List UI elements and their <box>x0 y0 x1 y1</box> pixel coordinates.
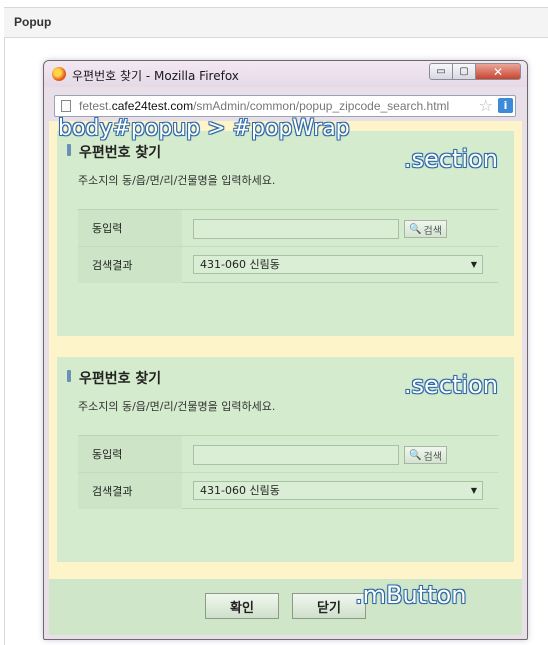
window-controls: ▭ ▢ ✕ <box>429 63 521 81</box>
window-title: 우편번호 찾기 - Mozilla Firefox <box>72 69 239 83</box>
info-icon[interactable]: i <box>498 98 513 113</box>
search-result-value: 431-060 신림동 <box>200 484 280 497</box>
mbutton-annotation: .mButton <box>355 581 467 609</box>
dong-input[interactable] <box>193 445 399 465</box>
url-path: /smAdmin/common/popup_zipcode_search.htm… <box>193 99 450 113</box>
section-annotation: .section <box>403 145 498 173</box>
search-form-table: 동입력 🔍 검색 검색결과 431-060 신림동 ▼ <box>78 435 498 509</box>
search-result-value: 431-060 신림동 <box>200 258 280 271</box>
search-form-table: 동입력 🔍 검색 검색결과 431-060 신림동 ▼ <box>78 209 498 283</box>
maximize-button[interactable]: ▢ <box>452 63 476 80</box>
search-icon: 🔍 <box>409 449 422 461</box>
form-row-result: 검색결과 431-060 신림동 ▼ <box>78 247 498 283</box>
search-button-label: 검색 <box>423 451 442 463</box>
url-bar[interactable]: fetest.cafe24test.com/smAdmin/common/pop… <box>54 95 516 117</box>
page-icon <box>61 100 71 112</box>
form-row-input: 동입력 🔍 검색 <box>78 436 498 473</box>
confirm-button[interactable]: 확인 <box>205 593 279 619</box>
search-button-label: 검색 <box>423 225 442 237</box>
page-title: Popup <box>14 15 52 29</box>
dong-input-label: 동입력 <box>78 436 182 472</box>
search-result-select[interactable]: 431-060 신림동 ▼ <box>193 255 483 274</box>
search-result-select[interactable]: 431-060 신림동 ▼ <box>193 481 483 500</box>
minimize-button[interactable]: ▭ <box>429 63 453 80</box>
search-result-label: 검색결과 <box>78 473 182 509</box>
dong-input-label: 동입력 <box>78 210 182 246</box>
popwrap-annotation: body#popup > #popWrap <box>58 116 350 141</box>
close-window-button[interactable]: ✕ <box>475 63 521 80</box>
chevron-down-icon: ▼ <box>470 260 477 269</box>
chevron-down-icon: ▼ <box>470 486 477 495</box>
section-description: 주소지의 동/읍/면/리/건물명을 입력하세요. <box>78 174 276 187</box>
pop-wrap: 우편번호 찾기 주소지의 동/읍/면/리/건물명을 입력하세요. 동입력 🔍 검… <box>49 121 522 635</box>
button-bar: 확인 닫기 .mButton <box>49 579 522 635</box>
firefox-icon <box>52 67 66 81</box>
search-icon: 🔍 <box>409 223 422 235</box>
dong-input[interactable] <box>193 219 399 239</box>
search-button[interactable]: 🔍 검색 <box>404 446 447 464</box>
section-zipcode-1: 우편번호 찾기 주소지의 동/읍/면/리/건물명을 입력하세요. 동입력 🔍 검… <box>57 131 514 336</box>
form-row-result: 검색결과 431-060 신림동 ▼ <box>78 473 498 509</box>
page-frame-border <box>4 38 5 645</box>
search-button[interactable]: 🔍 검색 <box>404 220 447 238</box>
url-prefix: fetest. <box>79 99 112 113</box>
url-host: cafe24test.com <box>111 99 194 113</box>
firefox-popup-window: 우편번호 찾기 - Mozilla Firefox ▭ ▢ ✕ fetest.c… <box>43 60 528 640</box>
section-zipcode-2: 우편번호 찾기 주소지의 동/읍/면/리/건물명을 입력하세요. 동입력 🔍 검… <box>57 357 514 562</box>
page-header: Popup <box>4 7 548 38</box>
section-heading: 우편번호 찾기 <box>67 368 161 388</box>
window-titlebar[interactable]: 우편번호 찾기 - Mozilla Firefox ▭ ▢ ✕ <box>44 61 527 87</box>
section-description: 주소지의 동/읍/면/리/건물명을 입력하세요. <box>78 400 276 413</box>
url-text[interactable]: fetest.cafe24test.com/smAdmin/common/pop… <box>79 99 449 113</box>
section-annotation: .section <box>403 371 498 399</box>
bookmark-star-icon[interactable]: ☆ <box>479 97 493 115</box>
form-row-input: 동입력 🔍 검색 <box>78 210 498 247</box>
section-heading: 우편번호 찾기 <box>67 142 161 162</box>
search-result-label: 검색결과 <box>78 247 182 283</box>
